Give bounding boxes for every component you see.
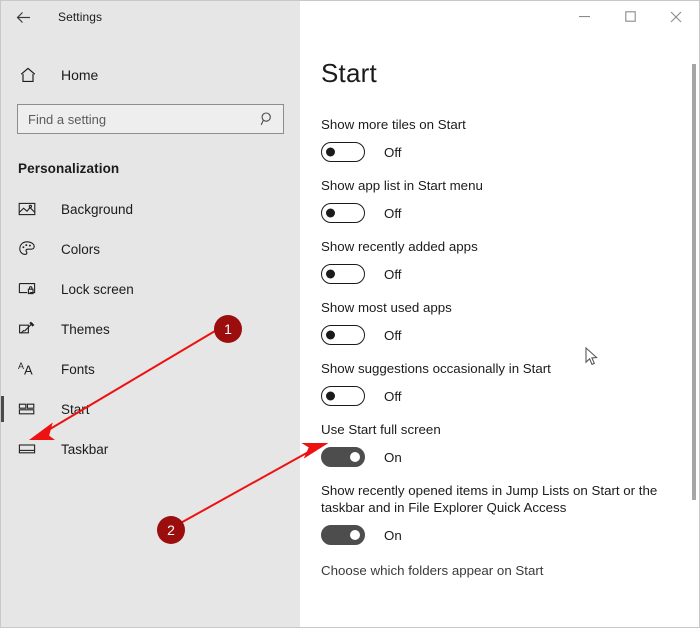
search-icon[interactable] bbox=[260, 112, 275, 127]
sidebar-item-label: Fonts bbox=[61, 361, 95, 377]
toggle-state-label: Off bbox=[384, 144, 402, 160]
sidebar-item-fonts[interactable]: AA Fonts bbox=[1, 349, 300, 389]
sidebar-nav: Background Colors Lock screen Themes AA … bbox=[1, 189, 300, 469]
setting-show-recently-added-apps: Show recently added apps Off bbox=[300, 238, 699, 284]
setting-label: Use Start full screen bbox=[321, 422, 441, 437]
home-icon bbox=[18, 65, 38, 85]
image-icon bbox=[18, 200, 40, 218]
toggle-use-start-full-screen[interactable] bbox=[321, 447, 365, 467]
toggle-knob bbox=[350, 452, 360, 462]
toggle-state-label: On bbox=[384, 449, 402, 465]
setting-label: Show most used apps bbox=[321, 300, 452, 315]
setting-show-jump-lists: Show recently opened items in Jump Lists… bbox=[300, 482, 699, 545]
mouse-cursor bbox=[585, 346, 598, 371]
setting-label: Show suggestions occasionally in Start bbox=[321, 361, 551, 376]
toggle-show-jump-lists[interactable] bbox=[321, 525, 365, 545]
app-title: Settings bbox=[58, 10, 103, 24]
font-aa-icon: AA bbox=[18, 360, 40, 378]
toggle-row: Off bbox=[321, 203, 699, 223]
sidebar-item-label: Lock screen bbox=[61, 281, 134, 297]
main-content: Start Show more tiles on Start Off Show … bbox=[300, 33, 699, 627]
toggle-knob bbox=[326, 147, 335, 157]
settings-list: Show more tiles on Start Off Show app li… bbox=[300, 116, 699, 545]
search-placeholder: Find a setting bbox=[28, 111, 107, 127]
toggle-show-more-tiles[interactable] bbox=[321, 142, 365, 162]
choose-folders-link[interactable]: Choose which folders appear on Start bbox=[321, 563, 543, 578]
scrollbar-thumb[interactable] bbox=[692, 64, 696, 500]
palette-icon bbox=[18, 240, 40, 258]
toggle-show-app-list[interactable] bbox=[321, 203, 365, 223]
setting-label: Show recently added apps bbox=[321, 239, 478, 254]
search-input[interactable]: Find a setting bbox=[17, 104, 284, 134]
toggle-show-suggestions[interactable] bbox=[321, 386, 365, 406]
toggle-row: Off bbox=[321, 325, 699, 345]
monitor-lock-icon bbox=[18, 280, 40, 298]
setting-label: Show recently opened items in Jump Lists… bbox=[321, 483, 658, 515]
toggle-row: On bbox=[321, 447, 699, 467]
setting-show-suggestions: Show suggestions occasionally in Start O… bbox=[300, 360, 699, 406]
font-aa-glyph: AA bbox=[18, 360, 33, 378]
toggle-knob bbox=[326, 269, 335, 279]
title-bar: Settings bbox=[1, 1, 699, 33]
sidebar: Home Find a setting Personalization Back… bbox=[1, 33, 300, 627]
toggle-knob bbox=[326, 330, 335, 340]
setting-show-most-used-apps: Show most used apps Off bbox=[300, 299, 699, 345]
window-controls bbox=[300, 1, 699, 33]
sidebar-item-label: Taskbar bbox=[61, 441, 109, 457]
toggle-knob bbox=[350, 530, 360, 540]
taskbar-icon bbox=[18, 440, 40, 458]
settings-window: Settings Home Find a setting Personaliza… bbox=[0, 0, 700, 628]
toggle-state-label: Off bbox=[384, 388, 402, 404]
sidebar-item-label: Themes bbox=[61, 321, 110, 337]
sidebar-item-label: Colors bbox=[61, 241, 101, 257]
choose-folders-link-row: Choose which folders appear on Start bbox=[300, 562, 699, 580]
toggle-row: On bbox=[321, 525, 699, 545]
sidebar-item-label: Background bbox=[61, 201, 134, 217]
setting-show-more-tiles: Show more tiles on Start Off bbox=[300, 116, 699, 162]
toggle-state-label: Off bbox=[384, 266, 402, 282]
sidebar-item-home-label: Home bbox=[61, 67, 99, 83]
sidebar-item-label: Start bbox=[61, 401, 90, 417]
callout-badge-2: 2 bbox=[157, 516, 185, 544]
sidebar-item-background[interactable]: Background bbox=[1, 189, 300, 229]
start-tiles-icon bbox=[18, 400, 40, 418]
toggle-row: Off bbox=[321, 264, 699, 284]
toggle-state-label: On bbox=[384, 527, 402, 543]
toggle-state-label: Off bbox=[384, 327, 402, 343]
sidebar-item-themes[interactable]: Themes bbox=[1, 309, 300, 349]
maximize-icon[interactable] bbox=[607, 1, 653, 32]
toggle-knob bbox=[326, 208, 335, 218]
back-arrow-icon[interactable] bbox=[1, 1, 45, 33]
close-icon[interactable] bbox=[653, 1, 699, 32]
callout-badge-1: 1 bbox=[214, 315, 242, 343]
setting-use-start-full-screen: Use Start full screen On bbox=[300, 421, 699, 467]
brush-icon bbox=[18, 320, 40, 338]
title-bar-left: Settings bbox=[1, 1, 300, 33]
toggle-row: Off bbox=[321, 142, 699, 162]
setting-label: Show app list in Start menu bbox=[321, 178, 483, 193]
toggle-knob bbox=[326, 391, 335, 401]
category-title: Personalization bbox=[18, 161, 120, 176]
setting-show-app-list: Show app list in Start menu Off bbox=[300, 177, 699, 223]
sidebar-item-start[interactable]: Start bbox=[1, 389, 300, 429]
sidebar-item-colors[interactable]: Colors bbox=[1, 229, 300, 269]
sidebar-item-lock-screen[interactable]: Lock screen bbox=[1, 269, 300, 309]
toggle-state-label: Off bbox=[384, 205, 402, 221]
sidebar-item-home[interactable]: Home bbox=[1, 57, 300, 93]
sidebar-item-taskbar[interactable]: Taskbar bbox=[1, 429, 300, 469]
toggle-show-most-used-apps[interactable] bbox=[321, 325, 365, 345]
toggle-row: Off bbox=[321, 386, 699, 406]
minimize-icon[interactable] bbox=[561, 1, 607, 32]
page-title: Start bbox=[321, 58, 377, 88]
setting-label: Show more tiles on Start bbox=[321, 117, 466, 132]
toggle-show-recently-added-apps[interactable] bbox=[321, 264, 365, 284]
